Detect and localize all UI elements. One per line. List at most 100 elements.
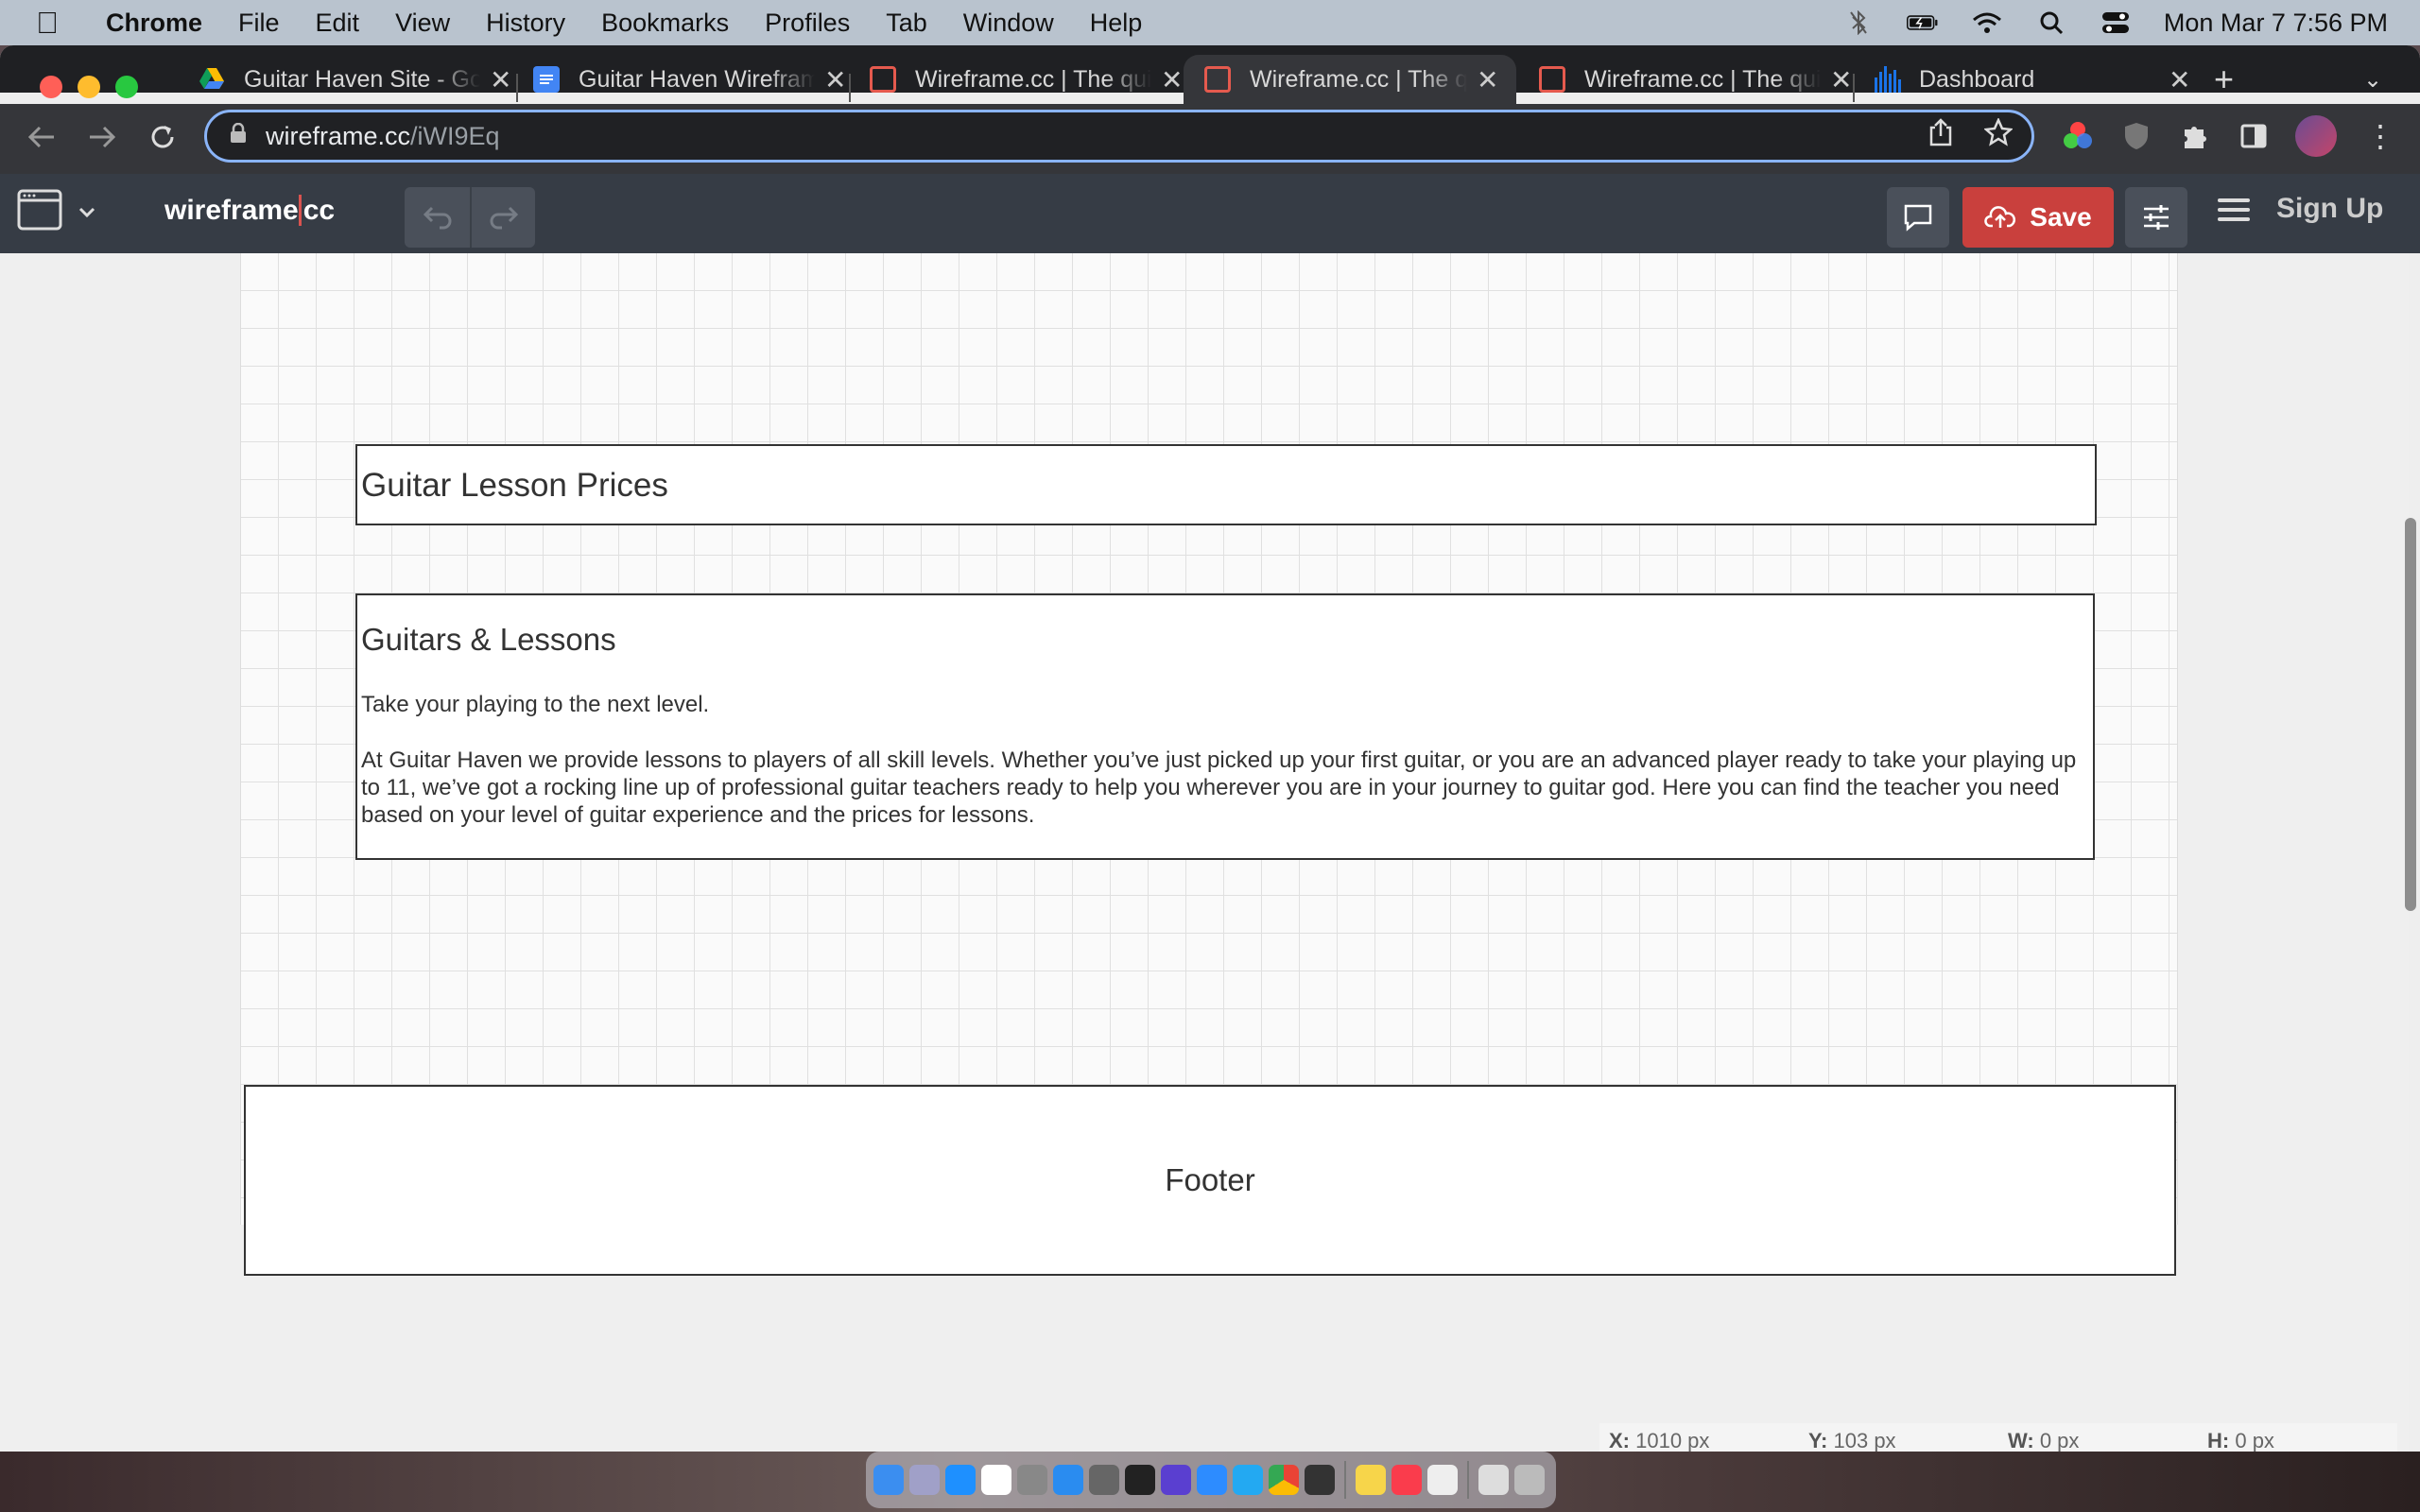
share-icon[interactable] [1929,118,1952,154]
close-tab-icon[interactable]: ✕ [1161,64,1183,95]
menu-bookmarks[interactable]: Bookmarks [601,9,729,38]
w-label: W: [2008,1429,2034,1452]
menu-help[interactable]: Help [1090,9,1143,38]
vertical-scrollbar[interactable] [2405,518,2416,911]
vscode-icon[interactable] [1233,1465,1263,1495]
app-header: wireframe cc Save Sign Up [0,174,2420,253]
x-value: 1010 px [1635,1429,1710,1452]
logo-suffix: cc [298,195,336,226]
tab-dashboard[interactable]: Dashboard ✕ [1874,55,2190,104]
tab-title: Wireframe.cc | The quickest wireframe to… [1584,65,1821,93]
save-button[interactable]: Save [1962,187,2114,248]
menu-history[interactable]: History [486,9,565,38]
wireframe-cc-logo[interactable]: wireframe cc [164,195,336,227]
forward-button[interactable] [81,115,123,159]
calculator-icon[interactable] [1089,1465,1119,1495]
shield-extension-icon[interactable] [2116,115,2157,157]
menu-profiles[interactable]: Profiles [765,9,850,38]
redo-button[interactable] [470,187,535,248]
profile-avatar[interactable] [2295,115,2337,157]
extensions-puzzle-icon[interactable] [2174,115,2216,157]
browser-toolbar: wireframe.cc/iWI9Eq ⋮ [0,104,2420,174]
notes-icon[interactable] [1356,1465,1386,1495]
tab-google-drive[interactable]: Guitar Haven Site - Google Drive ✕ [199,55,511,104]
battery-icon[interactable] [1906,10,1939,35]
chrome-menu-icon[interactable]: ⋮ [2360,115,2401,157]
side-panel-icon[interactable] [2233,115,2274,157]
reload-button[interactable] [142,115,183,159]
h-label: H: [2207,1429,2230,1452]
tab-wireframe-active[interactable]: Wireframe.cc | The quickest wireframe to… [1184,55,1516,104]
bookmark-star-icon[interactable] [1983,116,2014,154]
tab-title: Dashboard [1919,65,2035,93]
h-value: 0 px [2235,1429,2274,1452]
trash-icon[interactable] [1514,1465,1545,1495]
ai-app-icon[interactable] [1305,1465,1335,1495]
new-tab-button[interactable]: + [2214,55,2234,104]
zoom-window-button[interactable] [115,76,138,98]
tab-wireframe-1[interactable]: Wireframe.cc | The quickest wireframe to… [870,55,1183,104]
minimize-window-button[interactable] [78,76,100,98]
color-picker-extension-icon[interactable] [2057,115,2099,157]
tab-wireframe-3[interactable]: Wireframe.cc | The quickest wireframe to… [1539,55,1852,104]
comments-button[interactable] [1887,187,1949,248]
close-tab-icon[interactable]: ✕ [2169,64,2190,95]
close-tab-icon[interactable]: ✕ [1830,64,1852,95]
address-bar[interactable]: wireframe.cc/iWI9Eq [204,110,2034,163]
lock-icon[interactable] [230,122,247,149]
system-preferences-icon[interactable] [1017,1465,1047,1495]
url-host: wireframe.cc [266,121,411,150]
tab-google-docs[interactable]: Guitar Haven Wireframe - Google Docs ✕ [533,55,846,104]
launchpad-icon[interactable] [909,1465,940,1495]
x-coordinate: X: 1010 px [1599,1429,1799,1452]
close-tab-icon[interactable]: ✕ [490,64,511,95]
script-editor-icon[interactable] [1427,1465,1458,1495]
y-coordinate: Y: 103 px [1799,1429,1998,1452]
menu-tab[interactable]: Tab [886,9,927,38]
hamburger-menu-icon[interactable] [2218,193,2250,234]
page-type-icon[interactable] [17,189,64,231]
terminal-icon[interactable] [1125,1465,1155,1495]
cloud-upload-icon [1984,206,2016,228]
menu-view[interactable]: View [395,9,450,38]
close-tab-icon[interactable]: ✕ [824,64,846,95]
xcode-icon[interactable] [1053,1465,1083,1495]
close-tab-icon[interactable]: ✕ [1477,64,1498,95]
imovie-icon[interactable] [1161,1465,1191,1495]
tab-search-chevron-icon[interactable]: ⌄ [2363,55,2382,104]
menu-edit[interactable]: Edit [316,9,360,38]
sign-up-link[interactable]: Sign Up [2276,193,2383,225]
finder-icon[interactable] [873,1465,904,1495]
tab-title: Wireframe.cc | The quickest wireframe to… [1250,65,1467,93]
bluetooth-icon[interactable] [1842,10,1875,35]
music-icon[interactable] [1392,1465,1422,1495]
menubar-clock[interactable]: Mon Mar 7 7:56 PM [2164,9,2388,38]
settings-button[interactable] [2125,187,2187,248]
apple-icon[interactable]:  [36,6,79,41]
undo-button[interactable] [405,187,470,248]
menu-app-name[interactable]: Chrome [106,9,202,38]
chrome-icon[interactable] [1269,1465,1299,1495]
text-block-element[interactable]: Guitars & Lessons Take your playing to t… [355,593,2095,860]
back-button[interactable] [21,115,62,159]
macos-menu-bar:  Chrome File Edit View History Bookmark… [0,0,2420,45]
tab-title: Guitar Haven Site - Google Drive [244,65,480,93]
menu-window[interactable]: Window [963,9,1054,38]
wifi-icon[interactable] [1971,10,2003,35]
zoom-icon[interactable] [1197,1465,1227,1495]
section-title: Guitars & Lessons [361,622,616,657]
spotlight-search-icon[interactable] [2035,10,2067,35]
document-icon[interactable] [1478,1465,1509,1495]
app-store-icon[interactable] [945,1465,976,1495]
footer-element[interactable]: Footer [244,1085,2176,1276]
wireframe-canvas[interactable]: Guitar Lesson Prices Guitars & Lessons T… [0,253,2409,1452]
menu-file[interactable]: File [238,9,280,38]
y-value: 103 px [1833,1429,1896,1452]
google-drive-icon [199,66,225,93]
close-window-button[interactable] [40,76,62,98]
heading-element[interactable]: Guitar Lesson Prices [355,444,2097,525]
control-center-icon[interactable] [2100,10,2132,35]
chevron-down-icon[interactable] [78,200,96,225]
macos-dock [866,1452,1556,1508]
calendar-icon[interactable] [981,1465,1011,1495]
